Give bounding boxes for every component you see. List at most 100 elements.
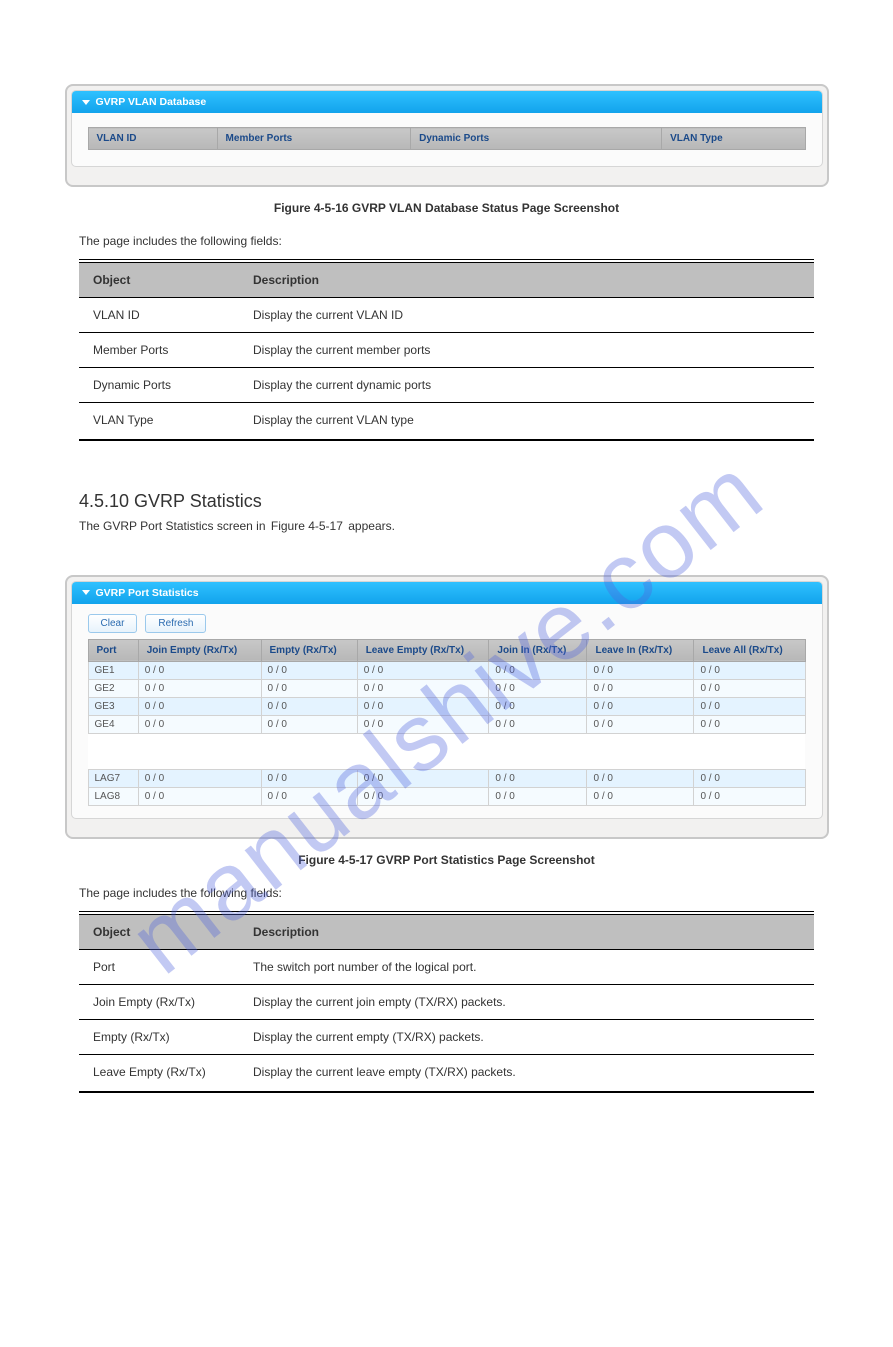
cell: 0 / 0 — [489, 697, 587, 715]
cell: 0 / 0 — [694, 715, 805, 733]
cell: 0 / 0 — [261, 715, 357, 733]
fields-intro-1: The page includes the following fields: — [79, 233, 814, 249]
table-row: GE40 / 00 / 00 / 00 / 00 / 00 / 0 — [88, 715, 805, 733]
cell: 0 / 0 — [138, 715, 261, 733]
refresh-button[interactable]: Refresh — [145, 614, 206, 633]
cell: 0 / 0 — [694, 769, 805, 787]
table-row: LAG80 / 00 / 00 / 00 / 00 / 00 / 0 — [88, 787, 805, 805]
card-inner: GVRP VLAN Database VLAN ID Member Ports … — [71, 90, 823, 167]
col-dynamic-ports: Dynamic Ports — [411, 128, 662, 150]
cell: 0 / 0 — [694, 787, 805, 805]
cell: LAG7 — [88, 769, 138, 787]
cell: 0 / 0 — [261, 679, 357, 697]
chevron-down-icon — [82, 590, 90, 595]
panel-body: VLAN ID Member Ports Dynamic Ports VLAN … — [72, 113, 822, 154]
desc-row: Dynamic PortsDisplay the current dynamic… — [79, 368, 814, 403]
chevron-down-icon — [82, 100, 90, 105]
desc-object: Port — [79, 950, 239, 985]
section-heading: 4.5.10 GVRP Statistics — [79, 491, 814, 512]
desc-row: VLAN IDDisplay the current VLAN ID — [79, 298, 814, 333]
cell: 0 / 0 — [587, 697, 694, 715]
desc-object: Dynamic Ports — [79, 368, 239, 403]
desc-description: Display the current VLAN ID — [239, 298, 814, 333]
fields-intro-2: The page includes the following fields: — [79, 885, 814, 901]
table-cut — [88, 733, 805, 769]
panel-header: GVRP VLAN Database — [72, 91, 822, 113]
table-row: GE30 / 00 / 00 / 00 / 00 / 00 / 0 — [88, 697, 805, 715]
section-text-part2: appears. — [348, 519, 395, 533]
desc-table-2-wrap: Object Description PortThe switch port n… — [79, 911, 814, 1093]
col-leave-empty: Leave Empty (Rx/Tx) — [357, 639, 489, 661]
col-vlan-id: VLAN ID — [88, 128, 217, 150]
desc-object: Empty (Rx/Tx) — [79, 1020, 239, 1055]
cell: 0 / 0 — [357, 715, 489, 733]
cell: 0 / 0 — [138, 787, 261, 805]
desc-description: Display the current empty (TX/RX) packet… — [239, 1020, 814, 1055]
col-port: Port — [88, 639, 138, 661]
cell: 0 / 0 — [138, 769, 261, 787]
desc-row: PortThe switch port number of the logica… — [79, 950, 814, 985]
table-row: GE10 / 00 / 00 / 00 / 00 / 00 / 0 — [88, 661, 805, 679]
cell: 0 / 0 — [261, 787, 357, 805]
port-statistics-table: Port Join Empty (Rx/Tx) Empty (Rx/Tx) Le… — [88, 639, 806, 806]
section-text-part1: The GVRP Port Statistics screen in — [79, 519, 266, 533]
cell: 0 / 0 — [587, 661, 694, 679]
panel-title: GVRP Port Statistics — [96, 587, 199, 599]
desc-row: Empty (Rx/Tx)Display the current empty (… — [79, 1020, 814, 1055]
table-row: LAG70 / 00 / 00 / 00 / 00 / 00 / 0 — [88, 769, 805, 787]
cell: GE4 — [88, 715, 138, 733]
cell: 0 / 0 — [138, 661, 261, 679]
desc-table-2: Object Description PortThe switch port n… — [79, 915, 814, 1089]
col-empty: Empty (Rx/Tx) — [261, 639, 357, 661]
figure-caption-2: Figure 4-5-17 GVRP Port Statistics Page … — [79, 853, 814, 867]
desc-row: Leave Empty (Rx/Tx)Display the current l… — [79, 1055, 814, 1090]
cell: 0 / 0 — [489, 679, 587, 697]
table-header-row: Port Join Empty (Rx/Tx) Empty (Rx/Tx) Le… — [88, 639, 805, 661]
figure-caption-1: Figure 4-5-16 GVRP VLAN Database Status … — [79, 201, 814, 215]
cell: 0 / 0 — [261, 769, 357, 787]
desc-object: Join Empty (Rx/Tx) — [79, 985, 239, 1020]
cell: 0 / 0 — [587, 769, 694, 787]
cell: GE2 — [88, 679, 138, 697]
cell: 0 / 0 — [261, 661, 357, 679]
desc-row: Member PortsDisplay the current member p… — [79, 333, 814, 368]
cell: GE3 — [88, 697, 138, 715]
desc-object: Member Ports — [79, 333, 239, 368]
desc-description: The switch port number of the logical po… — [239, 950, 814, 985]
cell: LAG8 — [88, 787, 138, 805]
col-vlan-type: VLAN Type — [662, 128, 805, 150]
desc-object: VLAN Type — [79, 403, 239, 438]
clear-button[interactable]: Clear — [88, 614, 138, 633]
desc-row: Join Empty (Rx/Tx)Display the current jo… — [79, 985, 814, 1020]
button-row: Clear Refresh — [72, 604, 822, 639]
cell: 0 / 0 — [694, 661, 805, 679]
vlan-database-table: VLAN ID Member Ports Dynamic Ports VLAN … — [88, 127, 806, 150]
cell: 0 / 0 — [357, 697, 489, 715]
cell: 0 / 0 — [357, 787, 489, 805]
cell: 0 / 0 — [489, 715, 587, 733]
table-row: GE20 / 00 / 00 / 00 / 00 / 00 / 0 — [88, 679, 805, 697]
cell: 0 / 0 — [489, 661, 587, 679]
cell: 0 / 0 — [587, 715, 694, 733]
desc-description: Display the current dynamic ports — [239, 368, 814, 403]
card-inner: GVRP Port Statistics Clear Refresh Port … — [71, 581, 823, 819]
col-join-empty: Join Empty (Rx/Tx) — [138, 639, 261, 661]
cell: 0 / 0 — [694, 679, 805, 697]
section-text: The GVRP Port Statistics screen in Figur… — [79, 518, 814, 535]
cell: 0 / 0 — [489, 787, 587, 805]
cell: 0 / 0 — [357, 769, 489, 787]
col-join-in: Join In (Rx/Tx) — [489, 639, 587, 661]
desc-col-description: Description — [239, 915, 814, 950]
desc-table-1-wrap: Object Description VLAN IDDisplay the cu… — [79, 259, 814, 441]
col-member-ports: Member Ports — [217, 128, 411, 150]
panel-title: GVRP VLAN Database — [96, 96, 207, 108]
cell: 0 / 0 — [261, 697, 357, 715]
cell: 0 / 0 — [587, 679, 694, 697]
desc-header-row: Object Description — [79, 915, 814, 950]
stats-table-wrap: Port Join Empty (Rx/Tx) Empty (Rx/Tx) Le… — [72, 639, 822, 806]
desc-description: Display the current member ports — [239, 333, 814, 368]
desc-object: VLAN ID — [79, 298, 239, 333]
desc-col-object: Object — [79, 263, 239, 298]
cell: 0 / 0 — [489, 769, 587, 787]
desc-description: Display the current join empty (TX/RX) p… — [239, 985, 814, 1020]
